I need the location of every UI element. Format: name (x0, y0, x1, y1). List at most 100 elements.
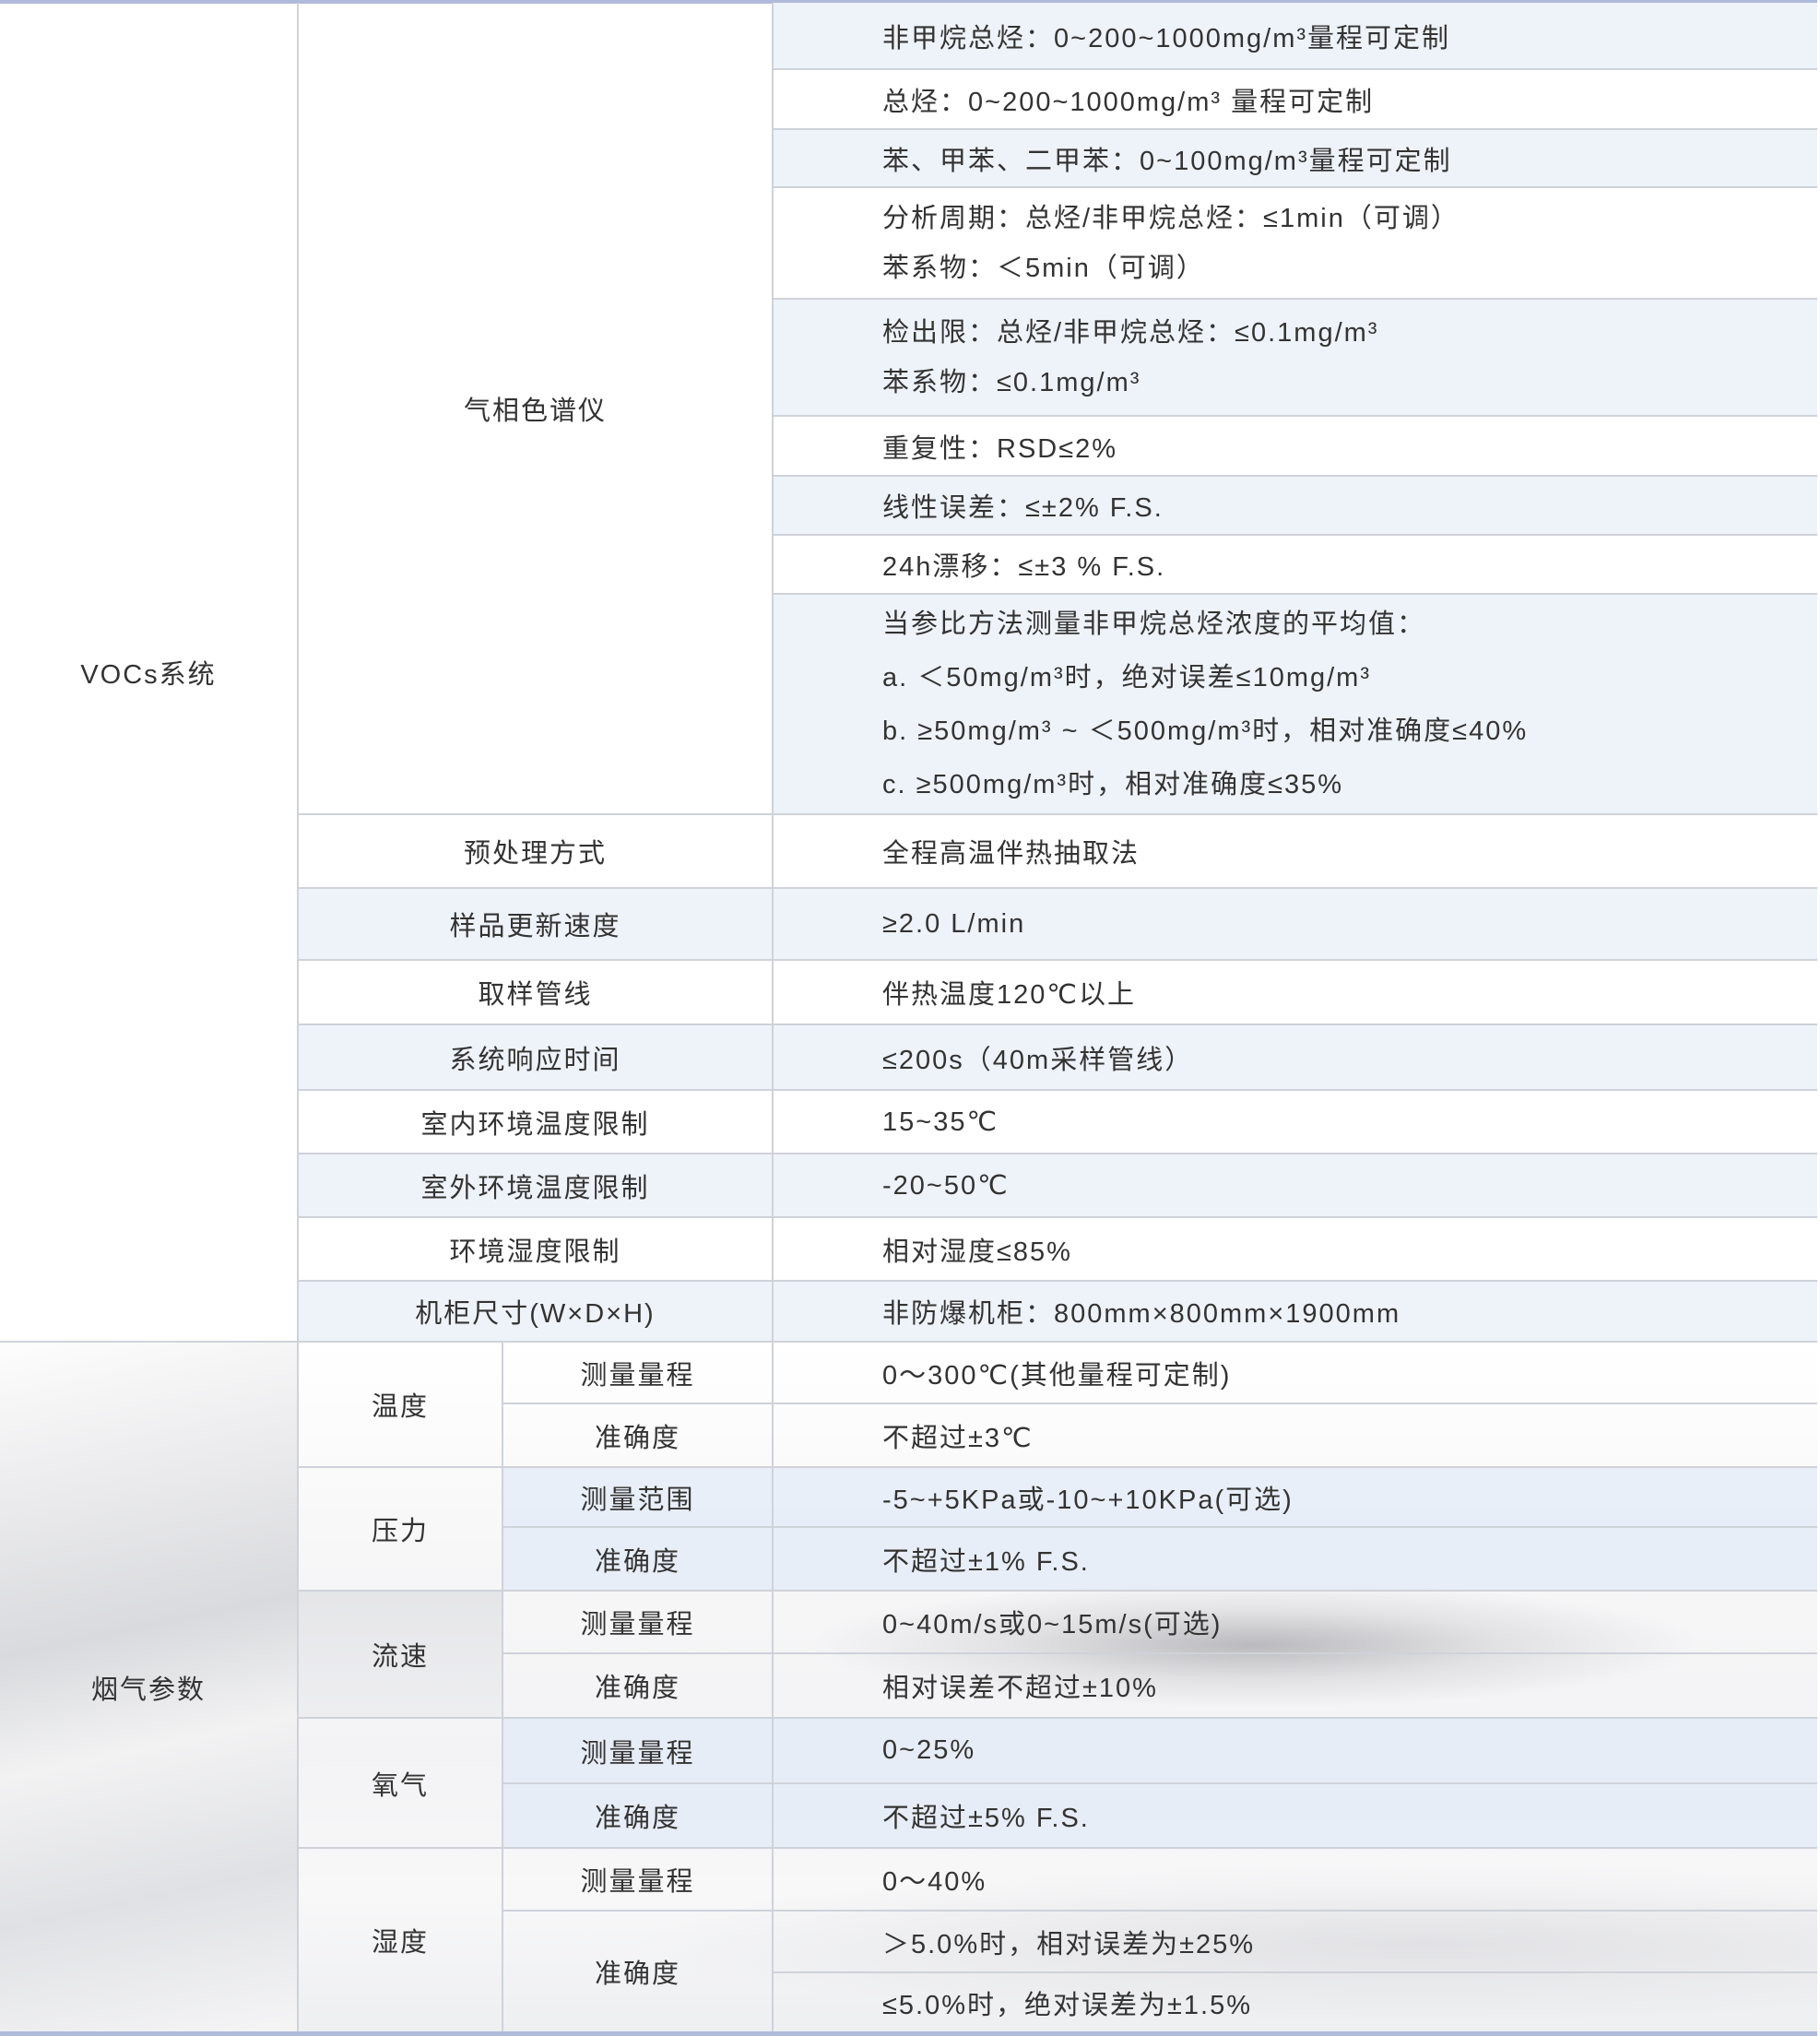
row-value: 伴热温度120℃以上 (774, 961, 1817, 1025)
param-oxygen: 氧气 (299, 1719, 503, 1849)
row-value-text: 相对湿度≤85% (882, 1237, 1072, 1267)
param-item-label-text: 准确度 (594, 1423, 680, 1453)
spec-line: 非甲烷总烃：0~200~1000mg/m³量程可定制 (882, 23, 1451, 53)
spec-row: 检出限：总烃/非甲烷总烃：≤0.1mg/m³ 苯系物：≤0.1mg/m³ (774, 300, 1817, 417)
param-item-label-text: 测量范围 (580, 1485, 695, 1515)
row-value: ≥2.0 L/min (774, 889, 1817, 961)
spec-row: 苯、甲苯、二甲苯：0~100mg/m³量程可定制 (774, 130, 1817, 188)
spec-row: 非甲烷总烃：0~200~1000mg/m³量程可定制 (774, 3, 1817, 70)
param-item-label-text: 测量量程 (580, 1360, 695, 1391)
param-pressure: 压力 (299, 1468, 503, 1592)
param-name: 氧气 (371, 1770, 429, 1801)
param-item-value-text: 不超过±3℃ (882, 1423, 1034, 1453)
row-value-text: -20~50℃ (882, 1171, 1010, 1201)
param-item-label: 准确度 (503, 1404, 774, 1468)
row-value: 相对湿度≤85% (774, 1218, 1817, 1282)
row-label-text: 样品更新速度 (449, 912, 621, 941)
row-label: 室内环境温度限制 (299, 1091, 774, 1154)
param-flow-velocity: 流速 (299, 1592, 503, 1719)
spec-line: 重复性：RSD≤2% (882, 433, 1118, 464)
row-label: 系统响应时间 (299, 1025, 774, 1091)
param-item-value: 不超过±1% F.S. (774, 1528, 1817, 1592)
category-label: 烟气参数 (90, 1675, 206, 1705)
param-item-label: 测量量程 (503, 1719, 774, 1784)
row-label: 样品更新速度 (299, 889, 774, 961)
row-value: 全程高温伴热抽取法 (774, 815, 1817, 889)
param-item-value-text: 不超过±1% F.S. (882, 1546, 1090, 1577)
param-item-value: 0～40% (774, 1849, 1817, 1912)
spec-line: 线性误差：≤±2% F.S. (882, 493, 1164, 523)
spec-line: 总烃：0~200~1000mg/m³ 量程可定制 (882, 87, 1375, 117)
param-item-label-text: 准确度 (594, 1674, 680, 1703)
row-label-text: 预处理方式 (463, 839, 607, 869)
param-item-value: 不超过±5% F.S. (774, 1784, 1817, 1849)
param-name: 流速 (371, 1642, 429, 1672)
param-item-value: 0~40m/s或0~15m/s(可选) (774, 1592, 1817, 1654)
row-value: ≤200s（40m采样管线） (774, 1025, 1817, 1091)
spec-line: 苯系物：＜5min（可调） (882, 253, 1205, 283)
param-item-label: 测量范围 (503, 1468, 774, 1528)
param-item-value: 相对误差不超过±10% (774, 1654, 1817, 1719)
param-item-label: 准确度 (503, 1912, 774, 2031)
category-flue-gas-parameters: 烟气参数 (0, 1343, 299, 2031)
param-name: 湿度 (371, 1928, 429, 1958)
spec-line: 苯、甲苯、二甲苯：0~100mg/m³量程可定制 (882, 146, 1452, 176)
category-vocs-system: VOCs系统 (0, 3, 299, 1343)
row-label: 机柜尺寸(W×D×H) (299, 1282, 774, 1343)
row-label: 环境湿度限制 (299, 1218, 774, 1282)
spec-line: 当参比方法测量非甲烷总烃浓度的平均值： (882, 609, 1426, 639)
row-label-text: 室内环境温度限制 (420, 1109, 650, 1140)
bottom-accent-line (0, 2031, 1817, 2036)
row-value-text: 伴热温度120℃以上 (882, 980, 1136, 1010)
param-item-value-text: 0~40m/s或0~15m/s(可选) (882, 1610, 1223, 1639)
spec-line: 24h漂移：≤±3 % F.S. (882, 552, 1166, 582)
param-item-label-text: 准确度 (594, 1804, 680, 1833)
row-value-text: 全程高温伴热抽取法 (882, 839, 1140, 869)
row-label-text: 机柜尺寸(W×D×H) (415, 1299, 656, 1329)
param-item-label-text: 测量量程 (580, 1738, 695, 1769)
spec-line: a. ＜50mg/m³时，绝对误差≤10mg/m³ (882, 662, 1371, 692)
param-item-value-text: 0~25% (882, 1735, 976, 1765)
param-item-value: 0~25% (774, 1719, 1817, 1784)
spec-row: 24h漂移：≤±3 % F.S. (774, 536, 1817, 595)
param-item-label-text: 准确度 (594, 1546, 680, 1577)
spec-row: 总烃：0~200~1000mg/m³ 量程可定制 (774, 70, 1817, 130)
item-gas-chromatograph: 气相色谱仪 (299, 3, 774, 815)
param-item-label-text: 测量量程 (580, 1610, 695, 1639)
category-label: VOCs系统 (80, 659, 217, 690)
spec-line: 分析周期：总烃/非甲烷总烃：≤1min（可调） (882, 203, 1460, 233)
row-value-text: 15~35℃ (882, 1107, 999, 1137)
row-label-text: 室外环境温度限制 (420, 1173, 650, 1203)
row-value: -20~50℃ (774, 1154, 1817, 1218)
param-humidity: 湿度 (299, 1849, 503, 2031)
param-name: 压力 (371, 1517, 429, 1546)
spec-line: b. ≥50mg/m³ ~ ＜500mg/m³时，相对准确度≤40% (882, 716, 1529, 746)
param-item-label: 准确度 (503, 1784, 774, 1849)
param-item-value-text: 0～40% (882, 1867, 987, 1897)
param-temperature: 温度 (299, 1343, 503, 1468)
param-item-value: 不超过±3℃ (774, 1404, 1817, 1468)
param-name: 温度 (371, 1392, 429, 1422)
param-item-value: ＞5.0%时，相对误差为±25% (774, 1912, 1817, 1973)
param-item-value-text: ＞5.0%时，相对误差为±25% (882, 1929, 1256, 1959)
param-item-label: 测量量程 (503, 1849, 774, 1912)
param-item-label: 准确度 (503, 1528, 774, 1592)
param-item-value-text: 相对误差不超过±10% (882, 1674, 1158, 1703)
param-item-label-text: 准确度 (594, 1959, 680, 1989)
param-item-value-text: 0～300℃(其他量程可定制) (882, 1360, 1232, 1391)
spec-line: c. ≥500mg/m³时，相对准确度≤35% (882, 769, 1344, 799)
param-item-value-text: 不超过±5% F.S. (882, 1804, 1090, 1833)
spec-line: 苯系物：≤0.1mg/m³ (882, 367, 1141, 397)
param-item-label: 测量量程 (503, 1592, 774, 1654)
param-item-value: -5~+5KPa或-10~+10KPa(可选) (774, 1468, 1817, 1528)
spec-row: 线性误差：≤±2% F.S. (774, 477, 1817, 536)
param-item-value-text: -5~+5KPa或-10~+10KPa(可选) (882, 1485, 1294, 1515)
spec-row: 当参比方法测量非甲烷总烃浓度的平均值： a. ＜50mg/m³时，绝对误差≤10… (774, 595, 1817, 815)
param-item-label-text: 测量量程 (580, 1867, 695, 1897)
param-item-value: 0～300℃(其他量程可定制) (774, 1343, 1817, 1404)
row-label-text: 环境湿度限制 (449, 1237, 621, 1267)
row-value-text: ≤200s（40m采样管线） (882, 1045, 1194, 1075)
row-label: 预处理方式 (299, 815, 774, 889)
row-value: 非防爆机柜：800mm×800mm×1900mm (774, 1282, 1817, 1343)
param-item-label: 测量量程 (503, 1343, 774, 1404)
